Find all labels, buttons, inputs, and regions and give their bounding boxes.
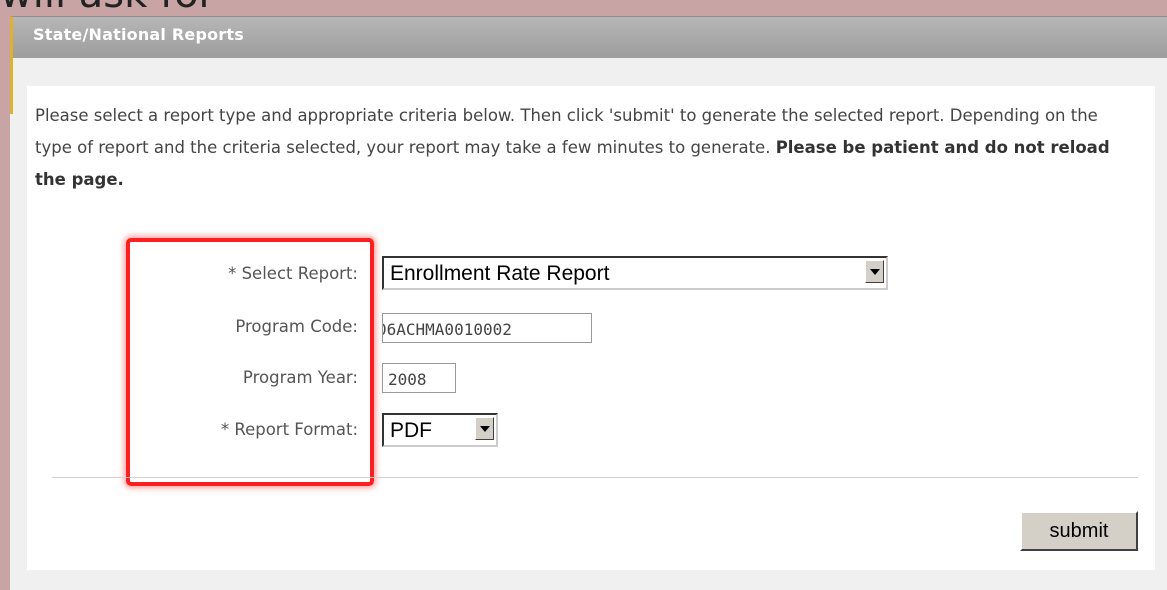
panel-header: State/National Reports <box>10 16 1167 58</box>
instructions-text: Please select a report type and appropri… <box>35 100 1135 196</box>
program-code-value: 06ACHMA0010002 <box>382 320 512 339</box>
program-year-value: 2008 <box>388 370 427 389</box>
chevron-down-icon[interactable] <box>865 260 884 283</box>
program-code-field[interactable]: 06ACHMA0010002 <box>382 313 592 343</box>
form-divider <box>52 477 1138 478</box>
select-report-dropdown[interactable]: Enrollment Rate Report <box>382 256 888 290</box>
panel-title: State/National Reports <box>33 25 244 44</box>
report-format-dropdown[interactable]: PDF <box>382 413 498 447</box>
panel-accent-bar <box>10 58 13 114</box>
report-format-value: PDF <box>390 419 432 442</box>
highlight-annotation <box>126 238 374 486</box>
select-report-value: Enrollment Rate Report <box>390 262 610 285</box>
slide-clipped-text: will ask for <box>0 0 215 14</box>
program-year-field[interactable]: 2008 <box>382 363 456 393</box>
submit-button[interactable]: submit <box>1020 511 1138 551</box>
slide-background-strip <box>0 0 10 590</box>
chevron-down-icon[interactable] <box>475 417 494 440</box>
